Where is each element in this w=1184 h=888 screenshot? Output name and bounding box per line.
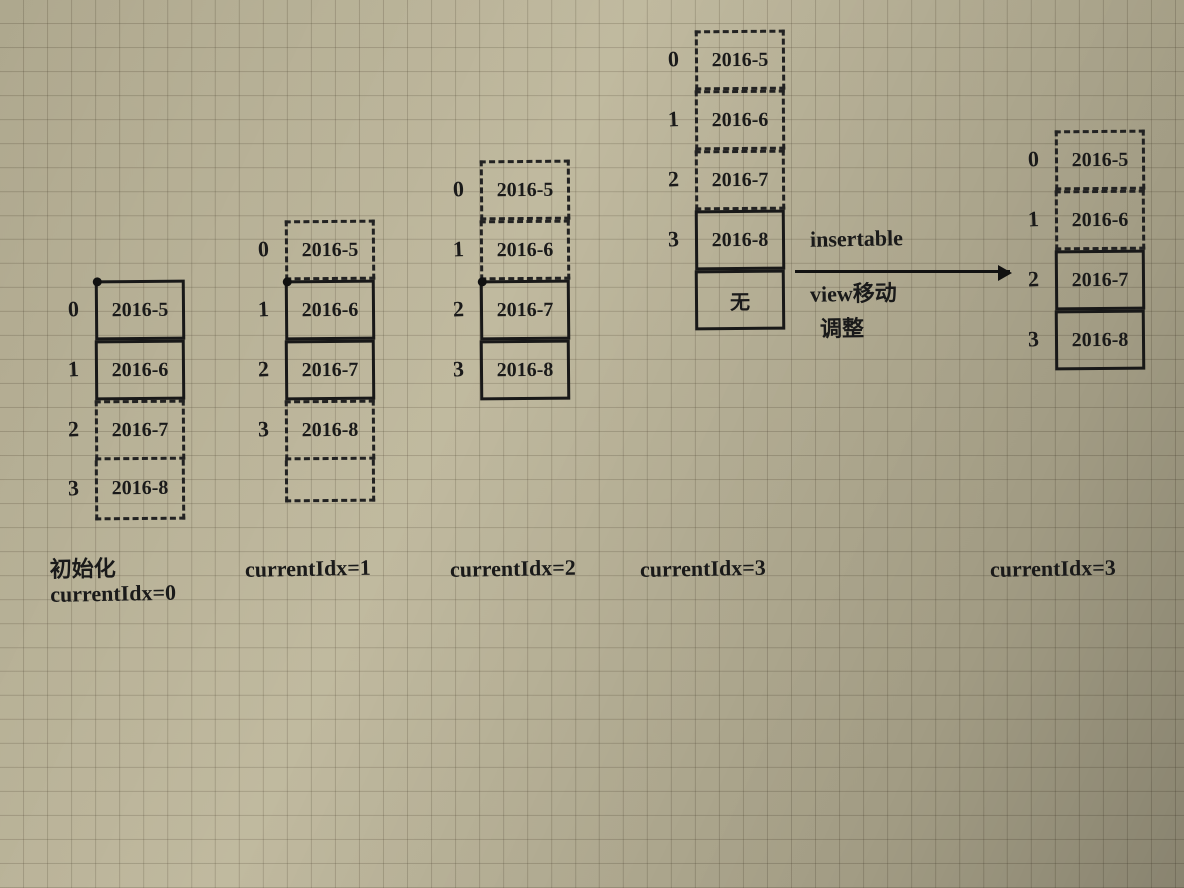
cell: 0 2016-5 [95,280,186,341]
row-index: 2 [67,416,79,442]
cell: 3 2016-8 [480,340,571,401]
cell-empty [285,460,375,503]
caption-idx: currentIdx=3 [640,553,860,582]
state-caption-4: currentIdx=3 [990,553,1184,582]
state-col-2: 0 2016-5 1 2016-6 2 2016-7 3 2016-8 [480,160,570,400]
cell-label: 2016-5 [1072,148,1129,171]
current-dot [93,277,102,286]
caption-idx: currentIdx=1 [245,553,465,582]
cell-label: 2016-8 [712,228,769,251]
cell: 1 2016-6 [480,220,571,281]
cell-label: 2016-7 [112,418,169,441]
cell: 2 2016-7 [95,400,186,461]
cell-label: 2016-5 [712,48,769,71]
diagram-stage: 0 2016-5 1 2016-6 2 2016-7 3 2016-8 初始化 … [0,0,1184,888]
cell-label: 无 [730,285,750,314]
cell: 0 2016-5 [480,160,571,221]
state-caption-0: 初始化 currentIdx=0 [50,553,271,607]
row-index: 2 [452,296,464,322]
cell: 2 2016-7 [480,280,571,341]
annotation-line1: insertable [810,224,903,253]
cell-label: 2016-8 [497,358,554,381]
caption-idx: currentIdx=2 [450,553,670,582]
state-caption-2: currentIdx=2 [450,553,670,582]
state-col-3: 0 2016-5 1 2016-6 2 2016-7 3 2016-8 无 [695,30,785,330]
row-index: 3 [1027,326,1039,352]
caption-idx: currentIdx=3 [990,553,1184,582]
cell: 3 2016-8 [285,400,376,461]
cell-label: 2016-5 [497,178,554,201]
cell: 0 2016-5 [695,30,786,91]
caption-pre: 初始化 [50,553,270,582]
row-index: 3 [67,475,79,501]
cell-label: 2016-6 [112,358,169,381]
cell-label: 2016-6 [1072,208,1129,231]
row-index: 3 [257,416,269,442]
row-index: 1 [67,356,79,382]
row-index: 1 [667,106,679,132]
cell-label: 2016-5 [112,298,169,321]
cell: 1 2016-6 [285,280,376,341]
row-index: 3 [667,226,679,252]
cell-label: 2016-6 [712,108,769,131]
current-dot [478,277,487,286]
row-index: 0 [452,176,464,202]
row-index: 3 [452,356,464,382]
row-index: 1 [452,236,464,262]
row-index: 0 [67,296,79,322]
cell-label: 2016-7 [497,298,554,321]
state-col-1: 0 2016-5 1 2016-6 2 2016-7 3 2016-8 [285,220,375,502]
row-index: 1 [1027,206,1039,232]
cell: 无 [695,270,786,331]
state-caption-3: currentIdx=3 [640,553,860,582]
cell: 1 2016-6 [695,90,786,151]
state-caption-1: currentIdx=1 [245,553,465,582]
cell: 2 2016-7 [1055,250,1146,311]
caption-idx: currentIdx=0 [50,578,270,607]
transition-arrow [795,270,1010,273]
cell: 2 2016-7 [285,340,376,401]
state-col-0: 0 2016-5 1 2016-6 2 2016-7 3 2016-8 [95,280,185,520]
annotation-line2: view移动 [810,279,897,308]
cell: 2 2016-7 [695,150,786,211]
row-index: 2 [257,356,269,382]
cell: 0 2016-5 [1055,130,1146,191]
cell-label: 2016-5 [302,238,359,261]
cell-label: 2016-7 [712,168,769,191]
cell: 0 2016-5 [285,220,376,281]
row-index: 1 [257,296,269,322]
row-index: 0 [1027,146,1039,172]
cell-label: 2016-8 [112,477,169,500]
annotation-line3: 调整 [820,315,864,343]
cell-label: 2016-7 [302,358,359,381]
cell-label: 2016-6 [497,238,554,261]
cell: 1 2016-6 [1055,190,1146,251]
row-index: 2 [667,166,679,192]
row-index: 0 [257,236,269,262]
state-col-4: 0 2016-5 1 2016-6 2 2016-7 3 2016-8 [1055,130,1145,370]
cell: 3 2016-8 [1055,310,1146,371]
cell: 1 2016-6 [95,340,186,401]
cell-label: 2016-8 [302,418,359,441]
current-dot [283,277,292,286]
row-index: 0 [667,46,679,72]
cell-label: 2016-7 [1072,268,1129,291]
cell-label: 2016-8 [1072,328,1129,351]
row-index: 2 [1027,266,1039,292]
cell: 3 2016-8 [695,210,786,271]
cell: 3 2016-8 [95,460,186,521]
cell-label: 2016-6 [302,298,359,321]
